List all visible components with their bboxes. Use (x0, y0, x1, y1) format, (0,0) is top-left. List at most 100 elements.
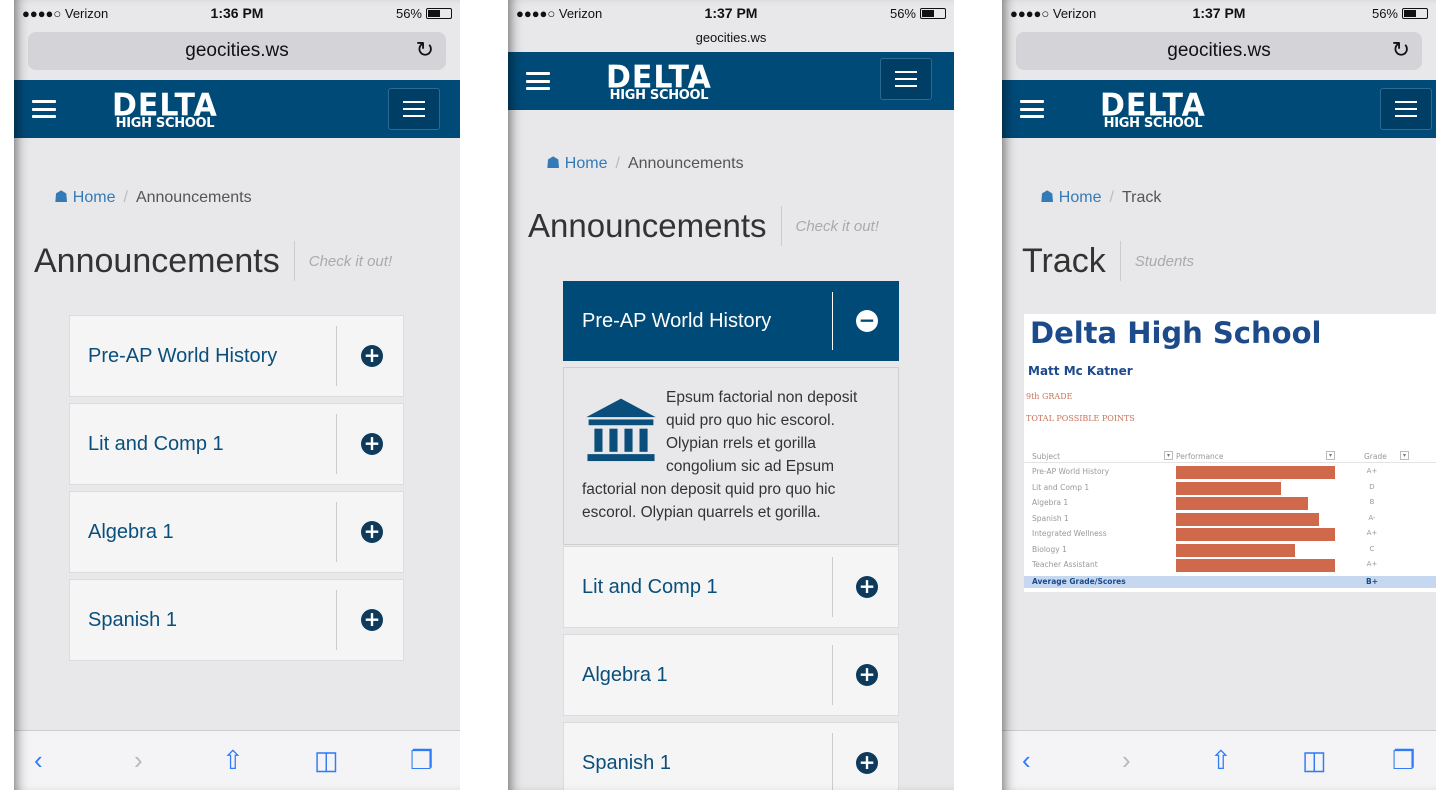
accordion-label: Algebra 1 (88, 520, 174, 543)
back-icon[interactable]: ‹ (34, 747, 43, 773)
school-logo[interactable]: DELTA HIGH SCHOOL (1100, 90, 1206, 130)
accordion-item[interactable]: Spanish 1 + (69, 579, 404, 661)
reload-icon[interactable]: ↻ (416, 37, 434, 63)
col-subject: Subject (1032, 452, 1061, 461)
url-text[interactable]: geocities.ws (508, 30, 954, 45)
accordion-item[interactable]: Algebra 1 + (563, 634, 899, 716)
home-icon: ☗ (546, 155, 561, 172)
home-icon: ☗ (54, 189, 69, 206)
phone-screen-announcements: ●●●●○ Verizon 1:36 PM 56% geocities.ws ↻… (14, 0, 460, 790)
hamburger-icon[interactable] (526, 72, 550, 90)
clock: 1:36 PM (210, 5, 264, 21)
accordion-label: Lit and Comp 1 (88, 432, 224, 455)
grade-value: A+ (1366, 529, 1378, 537)
subject-label: Algebra 1 (1032, 498, 1069, 507)
phone-screen-announcements-expanded: ●●●●○ Verizon 1:37 PM 56% geocities.ws D… (508, 0, 954, 790)
share-icon[interactable]: ⇧ (1210, 747, 1232, 773)
page-header: Track Students (1022, 240, 1194, 282)
accordion-item[interactable]: Spanish 1 + (563, 722, 899, 790)
breadcrumb-current: Track (1121, 189, 1162, 206)
accordion-item-active[interactable]: Pre-AP World History − (563, 281, 899, 361)
subject-label: Lit and Comp 1 (1032, 482, 1090, 492)
status-bar: ●●●●○ Verizon 1:37 PM 56% (1002, 0, 1436, 26)
school-logo[interactable]: DELTA HIGH SCHOOL (606, 62, 712, 102)
site-navbar: DELTA HIGH SCHOOL (14, 80, 460, 138)
plus-circle-icon[interactable]: + (361, 345, 383, 367)
breadcrumb-current: Announcements (135, 189, 252, 206)
plus-circle-icon[interactable]: + (361, 521, 383, 543)
breadcrumb-home[interactable]: ☗ Home (546, 155, 607, 172)
address-bar[interactable]: geocities.ws ↻ (28, 32, 446, 70)
performance-bar (1176, 528, 1335, 541)
nav-toggle-button[interactable] (880, 58, 932, 100)
accordion-item[interactable]: Lit and Comp 1 + (563, 546, 899, 628)
minus-circle-icon[interactable]: − (856, 310, 878, 332)
accordion-item[interactable]: Lit and Comp 1 + (69, 403, 404, 485)
status-bar: ●●●●○ Verizon 1:36 PM 56% (14, 0, 460, 26)
accordion-item[interactable]: Pre-AP World History + (69, 315, 404, 397)
forward-icon[interactable]: › (134, 747, 143, 773)
url-text: geocities.ws (185, 40, 289, 61)
breadcrumb: ☗ Home / Announcements (54, 189, 252, 206)
performance-bar (1176, 543, 1296, 557)
address-bar[interactable]: geocities.ws ↻ (1016, 32, 1422, 70)
sheet-title: Delta High School (1030, 316, 1322, 350)
browser-toolbar: ‹ › ⇧ ◫ ❐ (1002, 730, 1436, 790)
accordion-label: Spanish 1 (88, 608, 177, 631)
breadcrumb: ☗ Home / Announcements (546, 155, 744, 172)
battery-icon (920, 8, 946, 19)
subject-label: Integrated Wellness (1032, 529, 1107, 538)
bookmarks-icon[interactable]: ◫ (314, 747, 339, 773)
plus-circle-icon[interactable]: + (361, 609, 383, 631)
battery-label: 56% (395, 6, 422, 21)
forward-icon[interactable]: › (1122, 747, 1131, 773)
grade-value: D (1369, 482, 1375, 491)
bookmarks-icon[interactable]: ◫ (1302, 747, 1327, 773)
site-navbar: DELTA HIGH SCHOOL (1002, 80, 1436, 138)
hamburger-icon[interactable] (32, 100, 56, 118)
nav-toggle-button[interactable] (1380, 88, 1432, 130)
plus-circle-icon[interactable]: + (361, 433, 383, 455)
grade-spreadsheet: Delta High School Matt Mc Katner 9th GRA… (1024, 314, 1436, 592)
phone-screen-track: ●●●●○ Verizon 1:37 PM 56% geocities.ws ↻… (1002, 0, 1436, 790)
tabs-icon[interactable]: ❐ (1392, 747, 1415, 773)
plus-circle-icon[interactable]: + (856, 664, 878, 686)
accordion-item[interactable]: Algebra 1 + (69, 491, 404, 573)
page-title: Announcements (528, 207, 767, 244)
subject-label: Teacher Assistant (1032, 560, 1098, 569)
battery-icon (426, 8, 452, 19)
tabs-icon[interactable]: ❐ (410, 747, 433, 773)
grade-value: C (1369, 544, 1375, 553)
grade-value: A+ (1366, 467, 1378, 475)
grade-level: 9th GRADE (1026, 392, 1073, 401)
col-performance: Performance (1176, 452, 1224, 461)
breadcrumb-home[interactable]: ☗ Home (54, 189, 115, 206)
school-logo[interactable]: DELTA HIGH SCHOOL (112, 90, 218, 130)
average-label: Average Grade/Scores (1032, 577, 1126, 586)
clock: 1:37 PM (1192, 5, 1246, 21)
performance-bar (1176, 512, 1320, 526)
grade-value: A- (1368, 513, 1376, 522)
back-icon[interactable]: ‹ (1022, 747, 1031, 773)
battery-icon (1402, 8, 1428, 19)
filter-dropdown-icon[interactable]: ▾ (1326, 451, 1335, 460)
battery-label: 56% (1371, 6, 1398, 21)
reload-icon[interactable]: ↻ (1392, 37, 1410, 63)
accordion-label: Lit and Comp 1 (582, 575, 718, 598)
breadcrumb: ☗ Home / Track (1040, 189, 1162, 206)
student-name: Matt Mc Katner (1028, 364, 1133, 378)
grade-value: B (1369, 498, 1375, 506)
breadcrumb-home[interactable]: ☗ Home (1040, 189, 1101, 206)
filter-dropdown-icon[interactable]: ▾ (1400, 451, 1409, 460)
battery-indicator: 56% (890, 6, 946, 21)
battery-fill (428, 10, 441, 17)
nav-toggle-button[interactable] (388, 88, 440, 130)
plus-circle-icon[interactable]: + (856, 752, 878, 774)
plus-circle-icon[interactable]: + (856, 576, 878, 598)
page-subtitle: Check it out! (308, 252, 393, 270)
hamburger-icon[interactable] (1020, 100, 1044, 118)
performance-bar (1176, 466, 1335, 479)
share-icon[interactable]: ⇧ (222, 747, 244, 773)
filter-dropdown-icon[interactable]: ▾ (1164, 451, 1173, 460)
points-label: TOTAL POSSIBLE POINTS (1026, 414, 1135, 423)
